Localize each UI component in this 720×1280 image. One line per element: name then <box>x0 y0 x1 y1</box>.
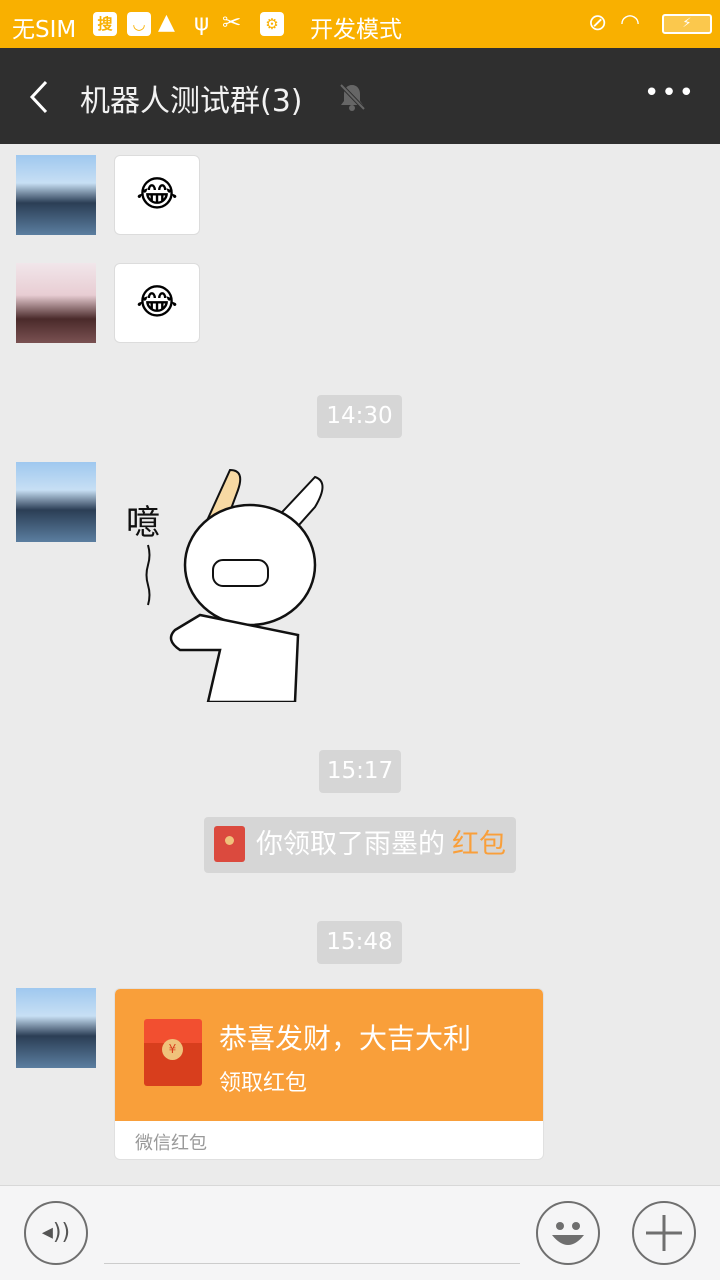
emoji-message[interactable]: 😂 <box>114 263 200 343</box>
plus-button[interactable] <box>632 1201 696 1265</box>
mode-label: 开发模式 <box>310 17 402 43</box>
shop-icon: ◡ <box>127 12 151 36</box>
avatar[interactable] <box>16 155 96 235</box>
red-packet-footer: 微信红包 <box>135 1133 207 1154</box>
mute-icon: ⊘ <box>588 10 608 36</box>
android-icon: ▲ <box>158 10 175 35</box>
red-packet-envelope-icon: ¥ <box>144 1019 202 1086</box>
emoji-message[interactable]: 😂 <box>114 155 200 235</box>
back-icon[interactable] <box>28 80 50 114</box>
avatar[interactable] <box>16 988 96 1068</box>
voice-button[interactable]: ◂)) <box>24 1201 88 1265</box>
timestamp: 14:30 <box>317 395 402 438</box>
status-bar: 无SIM 搜 ◡ ▲ ψ ✂ ⚙ 开发模式 ⊘ ◠ ⚡ <box>0 0 720 48</box>
avatar[interactable] <box>16 263 96 343</box>
battery-charging-icon: ⚡ <box>662 14 712 34</box>
carrier-label: 无SIM <box>12 17 77 43</box>
timestamp: 15:17 <box>319 750 401 793</box>
system-text: 你领取了雨墨的 <box>256 829 445 860</box>
avatar[interactable] <box>16 462 96 542</box>
input-bar: ◂)) <box>0 1185 720 1280</box>
wifi-icon: ◠ <box>620 10 641 36</box>
timestamp: 15:48 <box>317 921 402 964</box>
red-packet-message[interactable]: ¥ 恭喜发财，大吉大利 领取红包 微信红包 <box>114 988 544 1160</box>
more-icon[interactable]: ••• <box>644 78 696 108</box>
red-packet-icon <box>214 826 245 862</box>
smiley-icon <box>552 1222 584 1245</box>
system-message: 你领取了雨墨的 红包 <box>204 817 516 873</box>
red-packet-link[interactable]: 红包 <box>452 817 506 873</box>
emoji-button[interactable] <box>536 1201 600 1265</box>
sticker-message[interactable]: 噫 <box>120 465 330 704</box>
mute-bell-icon <box>339 83 366 111</box>
message-input[interactable] <box>104 1262 520 1264</box>
usb-debug-icon: ⚙ <box>260 12 284 36</box>
plus-icon <box>646 1215 682 1251</box>
usb-icon: ψ <box>194 10 210 36</box>
sticker-text: 噫 <box>126 503 160 543</box>
red-packet-title: 恭喜发财，大吉大利 <box>219 1022 472 1055</box>
chat-header: 机器人测试群(3) ••• <box>0 48 720 144</box>
search-app-icon: 搜 <box>93 12 117 36</box>
chat-title: 机器人测试群(3) <box>80 84 303 119</box>
tools-icon: ✂ <box>222 10 242 36</box>
red-packet-action: 领取红包 <box>219 1071 308 1096</box>
